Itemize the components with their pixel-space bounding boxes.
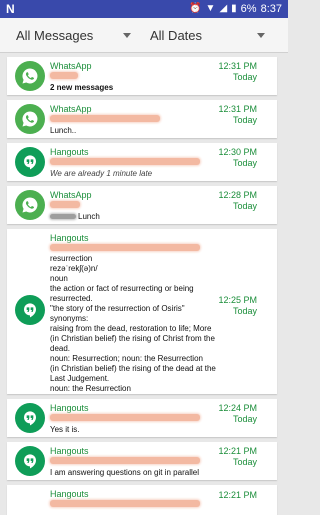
message-text: I am answering questions on git in paral… (50, 468, 199, 477)
battery-icon: ▮ (231, 3, 237, 14)
messages-filter-dropdown[interactable]: All Messages (16, 18, 136, 52)
notification-date: Today (232, 201, 257, 211)
app-name: Hangouts (50, 446, 89, 456)
chevron-down-icon (257, 33, 265, 38)
hangouts-icon (15, 446, 45, 476)
sender-redacted (50, 201, 80, 208)
sender-redacted (50, 500, 200, 507)
notification-time: 12:31 PM (218, 61, 257, 71)
app-name: Hangouts (50, 233, 89, 243)
list-item[interactable]: Hangouts resurrection rezəˈrekʃ(ə)n/ nou… (7, 229, 277, 394)
notification-time: 12:21 PM (218, 446, 257, 456)
status-icons: ⏰ ▼ ◢ ▮ 6% 8:37 (189, 3, 288, 15)
app-name: WhatsApp (50, 104, 92, 114)
notification-time: 12:24 PM (218, 403, 257, 413)
battery-percent: 6% (240, 3, 257, 15)
whatsapp-icon (15, 61, 45, 91)
status-bar: N ⏰ ▼ ◢ ▮ 6% 8:37 (0, 0, 288, 18)
message-text: 2 new messages (50, 83, 114, 92)
hangouts-icon (15, 295, 45, 325)
notification-time: 12:31 PM (218, 104, 257, 114)
list-item[interactable]: WhatsApp 2 new messages 12:31 PM Today (7, 57, 277, 95)
redacted-text (50, 214, 76, 220)
message-text: Lunch (78, 212, 100, 221)
sender-redacted (50, 115, 160, 122)
sender-redacted (50, 72, 78, 79)
sender-redacted (50, 158, 200, 165)
whatsapp-icon (15, 104, 45, 134)
app-name: Hangouts (50, 147, 89, 157)
notification-date: Today (232, 414, 257, 424)
wifi-icon: ▼ (205, 3, 216, 14)
message-text: We are already 1 minute late (50, 169, 153, 178)
list-item[interactable]: Hangouts Yes it is. 12:24 PM Today (7, 399, 277, 437)
notification-date: Today (232, 306, 257, 316)
whatsapp-icon (15, 190, 45, 220)
notification-time: 12:25 PM (218, 295, 257, 305)
sender-redacted (50, 414, 200, 421)
message-text: resurrection rezəˈrekʃ(ə)n/ noun the act… (50, 254, 216, 393)
app-name: WhatsApp (50, 190, 92, 200)
notification-date: Today (232, 115, 257, 125)
messages-filter-label: All Messages (16, 27, 94, 43)
app-name: Hangouts (50, 403, 89, 413)
dates-filter-dropdown[interactable]: All Dates (150, 18, 270, 52)
list-item[interactable]: Hangouts We are already 1 minute late 12… (7, 143, 277, 181)
app-name: WhatsApp (50, 61, 92, 71)
signal-icon: ◢ (219, 3, 228, 14)
list-item[interactable]: Hangouts 12:21 PM (7, 485, 277, 515)
message-line: Lunch (50, 212, 100, 221)
dates-filter-label: All Dates (150, 27, 203, 43)
message-text: Yes it is. (50, 425, 80, 434)
sender-redacted (50, 244, 200, 251)
message-text: Lunch.. (50, 126, 77, 135)
list-item[interactable]: WhatsApp Lunch 12:28 PM Today (7, 186, 277, 224)
notification-date: Today (232, 158, 257, 168)
notification-time: 12:28 PM (218, 190, 257, 200)
hangouts-icon (15, 147, 45, 177)
alarm-icon: ⏰ (189, 3, 202, 14)
list-item[interactable]: Hangouts I am answering questions on git… (7, 442, 277, 480)
filter-bar: All Messages All Dates (0, 18, 288, 53)
notification-app-icon: N (6, 2, 15, 16)
notification-time: 12:21 PM (218, 490, 257, 500)
notification-time: 12:30 PM (218, 147, 257, 157)
notification-date: Today (232, 72, 257, 82)
list-item[interactable]: WhatsApp Lunch.. 12:31 PM Today (7, 100, 277, 138)
app-name: Hangouts (50, 489, 89, 499)
notification-date: Today (232, 457, 257, 467)
clock: 8:37 (260, 3, 282, 15)
sender-redacted (50, 457, 200, 464)
chevron-down-icon (123, 33, 131, 38)
hangouts-icon (15, 403, 45, 433)
